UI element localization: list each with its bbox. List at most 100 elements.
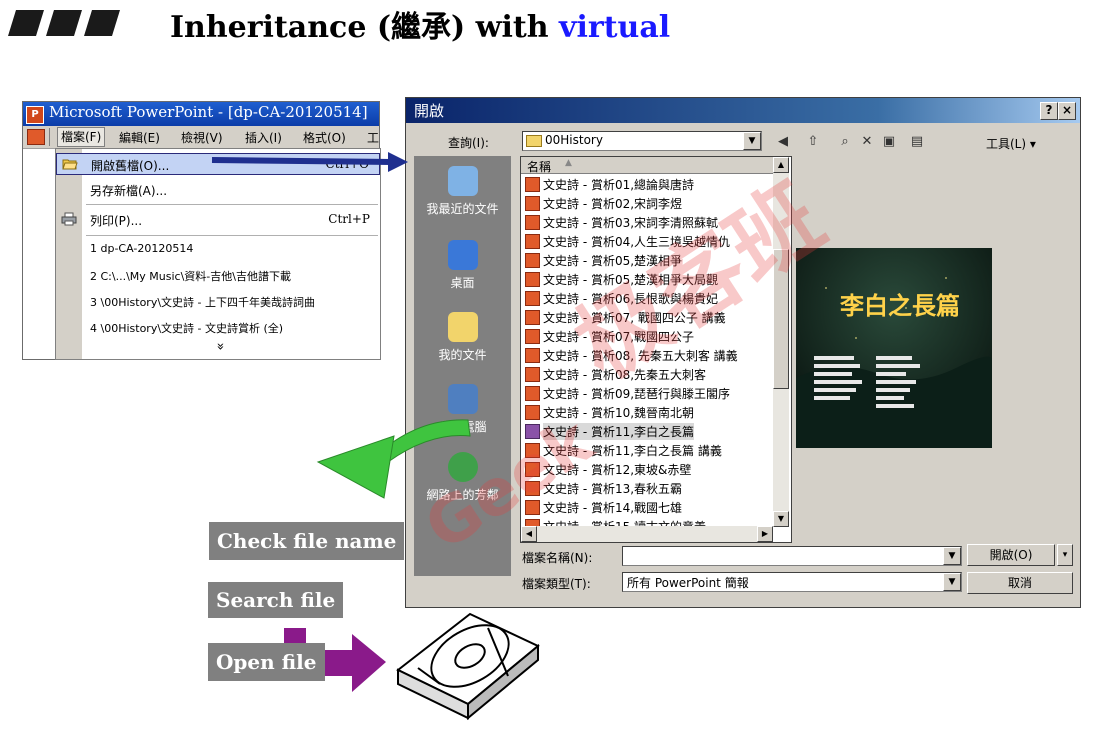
file-name: 文史詩 - 賞析01,總論與唐詩 <box>543 178 695 192</box>
place-recent-label: 我最近的文件 <box>426 202 499 216</box>
file-name: 文史詩 - 賞析14,戰國七雄 <box>543 501 683 515</box>
slide-title: Inheritance (繼承) with virtual <box>170 2 670 46</box>
help-button[interactable]: ? <box>1040 102 1058 120</box>
chevron-down-icon[interactable]: ▼ <box>943 547 961 565</box>
menu-item-print[interactable]: 列印(P)... Ctrl+P <box>56 209 380 231</box>
label-open-file: Open file <box>208 643 325 681</box>
open-dialog-titlebar: 開啟 ? × <box>406 98 1080 123</box>
scroll-left-icon[interactable]: ◀ <box>521 526 537 542</box>
menu-item-save-as-label: 另存新檔(A)... <box>90 184 168 198</box>
expand-chevron-icon[interactable]: » <box>212 343 227 351</box>
place-my-documents-label: 我的文件 <box>438 348 487 362</box>
printer-icon <box>61 212 77 226</box>
cancel-button-label: 取消 <box>1007 576 1032 590</box>
menu-view[interactable]: 檢視(V) <box>181 129 223 146</box>
powerpoint-file-icon <box>525 215 540 230</box>
tools-label: 工具(L) <box>986 137 1027 151</box>
title-keyword: virtual <box>559 10 671 45</box>
menu-insert[interactable]: 插入(I) <box>245 129 282 146</box>
menu-item-recent-2[interactable]: 2 C:\...\My Music\資料-吉他\吉他譜下載 <box>56 265 380 287</box>
look-in-value: 00History <box>545 133 603 147</box>
sort-up-icon: ▲ <box>565 158 572 168</box>
recent-file-label: 3 \00History\文史詩 - 上下四千年美哉詩詞曲 <box>90 296 315 309</box>
menubar-separator <box>49 128 50 146</box>
open-dialog-title: 開啟 <box>414 102 445 120</box>
chevron-down-icon[interactable]: ▼ <box>943 573 961 591</box>
powerpoint-file-icon <box>525 405 540 420</box>
filetype-combo[interactable]: 所有 PowerPoint 簡報 ▼ <box>622 572 962 592</box>
open-button[interactable]: 開啟(O) <box>967 544 1055 566</box>
desktop-icon <box>448 240 478 270</box>
powerpoint-file-icon <box>525 367 540 382</box>
powerpoint-file-icon <box>525 253 540 268</box>
powerpoint-file-icon <box>525 196 540 211</box>
cancel-button[interactable]: 取消 <box>967 572 1073 594</box>
place-my-computer-label: 我的電腦 <box>438 420 487 434</box>
label-check-file-name: Check file name <box>209 522 405 560</box>
green-arrow-head <box>316 435 395 499</box>
powerpoint-file-icon <box>525 234 540 249</box>
my-computer-icon <box>448 384 478 414</box>
filename-label: 檔案名稱(N): <box>522 551 593 565</box>
recent-file-label: 2 C:\...\My Music\資料-吉他\吉他譜下載 <box>90 270 291 283</box>
search-web-icon[interactable]: ⌕ <box>836 133 854 151</box>
recent-documents-icon <box>448 166 478 196</box>
tools-menu[interactable]: 工具(L) ▾ <box>986 135 1036 152</box>
open-folder-icon <box>62 157 78 171</box>
place-recent[interactable]: 我最近的文件 <box>414 160 511 232</box>
powerpoint-menubar: 檔案(F) 編輯(E) 檢視(V) 插入(I) 格式(O) 工 <box>23 126 379 149</box>
open-options-button[interactable]: ▾ <box>1057 544 1073 566</box>
label-search-file: Search file <box>208 582 344 618</box>
menu-format[interactable]: 格式(O) <box>303 129 346 146</box>
menu-item-open[interactable]: 開啟舊檔(O)... Ctrl+O <box>56 153 380 175</box>
menu-edit[interactable]: 編輯(E) <box>119 129 160 146</box>
menu-item-open-shortcut: Ctrl+O <box>325 157 369 171</box>
back-icon[interactable]: ◀ <box>774 133 792 151</box>
document-icon[interactable] <box>27 129 45 145</box>
menu-item-recent-4[interactable]: 4 \00History\文史詩 - 文史詩賞析 (全) <box>56 317 380 339</box>
filename-combo[interactable]: ▼ <box>622 546 962 566</box>
hard-disk-drawing <box>396 612 540 721</box>
menu-item-recent-3[interactable]: 3 \00History\文史詩 - 上下四千年美哉詩詞曲 <box>56 291 380 313</box>
folder-icon <box>526 135 542 147</box>
menu-file[interactable]: 檔案(F) <box>57 127 106 147</box>
preview-pane: 李白之長篇 <box>796 248 992 448</box>
horizontal-scrollbar[interactable]: ◀ ▶ <box>521 526 773 542</box>
up-folder-icon[interactable]: ⇧ <box>804 133 822 151</box>
menu-item-save-as[interactable]: 另存新檔(A)... <box>56 179 380 201</box>
menu-separator <box>86 235 378 236</box>
open-button-label: 開啟(O) <box>989 548 1033 562</box>
title-text: Inheritance (繼承) with <box>170 10 560 45</box>
look-in-label: 查詢(I): <box>448 136 489 150</box>
place-desktop[interactable]: 桌面 <box>414 234 511 306</box>
chevron-down-icon[interactable]: ▼ <box>743 132 761 150</box>
powerpoint-window: P Microsoft PowerPoint - [dp-CA-20120514… <box>22 101 381 360</box>
powerpoint-file-icon <box>525 348 540 363</box>
views-icon[interactable]: ▤ <box>908 133 926 151</box>
menu-item-recent-1[interactable]: 1 dp-CA-20120514 <box>56 239 380 261</box>
file-row[interactable]: 文史詩 - 賞析09,琵琶行與滕王閣序 <box>523 383 773 402</box>
menu-item-open-label: 開啟舊檔(O)... <box>91 159 170 173</box>
close-button[interactable]: × <box>1058 102 1076 120</box>
scroll-right-icon[interactable]: ▶ <box>757 526 773 542</box>
look-in-combo[interactable]: 00History ▼ <box>522 131 762 151</box>
place-my-computer[interactable]: 我的電腦 <box>414 378 511 450</box>
powerpoint-file-icon <box>525 272 540 287</box>
menu-separator <box>86 204 378 205</box>
powerpoint-titlebar: P Microsoft PowerPoint - [dp-CA-20120514… <box>23 102 379 126</box>
powerpoint-file-icon <box>525 291 540 306</box>
new-folder-icon[interactable]: ▣ <box>880 133 898 151</box>
delete-icon[interactable]: ✕ <box>858 133 876 151</box>
place-my-documents[interactable]: 我的文件 <box>414 306 511 378</box>
scroll-down-icon[interactable]: ▼ <box>773 511 789 527</box>
powerpoint-window-title: Microsoft PowerPoint - [dp-CA-20120514] <box>49 103 368 121</box>
file-name: 文史詩 - 賞析02,宋詞李煜 <box>543 197 683 211</box>
preview-title: 李白之長篇 <box>840 291 960 320</box>
title-bullet-bars <box>8 10 128 36</box>
filetype-value: 所有 PowerPoint 簡報 <box>627 576 749 590</box>
file-menu-dropdown: 開啟舊檔(O)... Ctrl+O 另存新檔(A)... 列印(P)... Ct… <box>55 148 381 360</box>
menu-tools[interactable]: 工 <box>367 129 379 146</box>
powerpoint-app-icon: P <box>26 106 44 124</box>
powerpoint-file-icon <box>525 329 540 344</box>
file-row[interactable]: 文史詩 - 賞析14,戰國七雄 <box>523 497 773 516</box>
